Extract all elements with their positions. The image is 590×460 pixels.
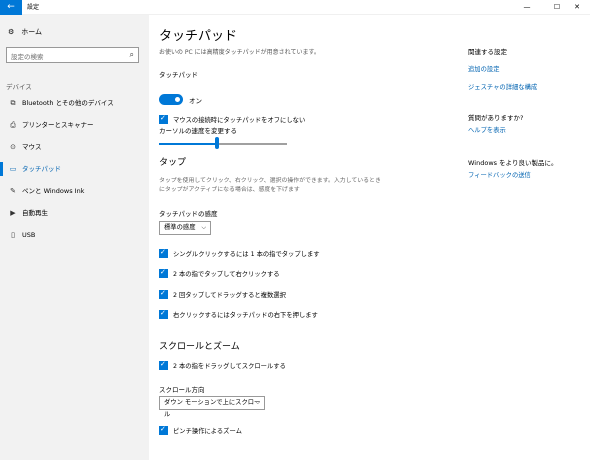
search-icon: ⌕ xyxy=(129,50,134,59)
sidebar-item-label: USB xyxy=(22,231,36,239)
minimize-icon: — xyxy=(523,3,531,11)
usb-icon: ▯ xyxy=(11,231,15,239)
section-label: デバイス xyxy=(6,83,32,91)
touchpad-icon: ▭ xyxy=(9,165,17,173)
scroll-heading: スクロールとズーム xyxy=(159,342,240,352)
back-button[interactable]: ← xyxy=(0,0,22,15)
maximize-icon: ☐ xyxy=(553,3,561,11)
cursor-speed-thumb[interactable] xyxy=(215,137,219,149)
close-icon: ✕ xyxy=(574,3,580,11)
sidebar-item-mouse[interactable]: ⊙ マウス xyxy=(0,136,149,158)
pinch-zoom-label: ピンチ操作によるズーム xyxy=(173,428,242,435)
sidebar-item-label: 自動再生 xyxy=(22,209,48,217)
sensitivity-value: 標準の感度 xyxy=(164,224,196,231)
chevron-down-icon: ⌵ xyxy=(201,224,206,231)
toggle-state: オン xyxy=(189,97,202,105)
question-heading: 質問がありますか? xyxy=(468,114,524,122)
feedback-link[interactable]: フィードバックの送信 xyxy=(468,170,531,179)
mouse-icon: ⊙ xyxy=(10,143,16,151)
tap-heading: タップ xyxy=(159,158,187,168)
gear-icon: ⚙ xyxy=(8,28,15,36)
scroll-direction-select[interactable]: ダウン モーションで上にスクロール ⌵ xyxy=(159,396,265,418)
sensitivity-label: タッチパッドの感度 xyxy=(159,210,218,218)
help-link[interactable]: ヘルプを表示 xyxy=(468,125,506,134)
mouse-disable-checkbox[interactable] xyxy=(159,114,168,124)
close-button[interactable]: ✕ xyxy=(562,0,590,15)
sidebar-item-usb[interactable]: ▯ USB xyxy=(0,224,149,246)
sidebar-item-touchpad[interactable]: ▭ タッチパッド xyxy=(0,158,149,180)
sidebar-item-printers[interactable]: ⎙ プリンターとスキャナー xyxy=(0,114,149,136)
tap-option-label-1: シングルクリックするには 1 本の指でタップします xyxy=(173,251,320,258)
tap-description-line2: にタップがアクティブになる場合は、感度を下げます xyxy=(159,187,300,193)
sidebar-item-pen[interactable]: ✎ ペンと Windows Ink xyxy=(0,180,149,202)
gesture-config-link[interactable]: ジェスチャの詳細な構成 xyxy=(468,82,537,91)
related-settings-heading: 関連する設定 xyxy=(468,48,507,56)
home-label: ホーム xyxy=(21,28,43,36)
pen-icon: ✎ xyxy=(10,187,16,195)
sidebar-item-label: プリンターとスキャナー xyxy=(22,121,94,129)
scroll-direction-label: スクロール方向 xyxy=(159,386,205,394)
touchpad-label: タッチパッド xyxy=(159,71,198,79)
title-bar: ← 設定 — ☐ ✕ xyxy=(0,0,590,15)
additional-settings-link[interactable]: 追加の設定 xyxy=(468,64,499,73)
page-description: お使いの PC には高精度タッチパッドが用意されています。 xyxy=(159,49,320,56)
touchpad-toggle[interactable] xyxy=(159,94,183,105)
cursor-speed-label: カーソルの速度を変更する xyxy=(159,127,237,135)
tap-option-label-4: 右クリックするにはタッチパッドの右下を押します xyxy=(173,312,318,319)
tap-option-label-3: 2 回タップしてドラッグすると複数選択 xyxy=(173,292,286,299)
page-title: タッチパッド xyxy=(159,29,238,44)
back-arrow-icon: ← xyxy=(7,2,15,12)
tap-option-checkbox-1[interactable] xyxy=(159,248,168,258)
chevron-down-icon: ⌵ xyxy=(255,399,260,406)
search-input[interactable]: 設定の検索 ⌕ xyxy=(6,47,139,63)
tap-option-checkbox-3[interactable] xyxy=(159,289,168,299)
tap-description-line1: タップを使用してクリック、右クリック、選択の操作ができます。入力しているとき xyxy=(159,178,381,184)
minimize-button[interactable]: — xyxy=(512,0,542,15)
sidebar-item-autoplay[interactable]: ▶ 自動再生 xyxy=(0,202,149,224)
search-placeholder: 設定の検索 xyxy=(11,53,44,61)
tap-option-label-2: 2 本の指でタップして右クリックする xyxy=(173,271,280,278)
sidebar-item-label: Bluetooth とその他のデバイス xyxy=(22,99,114,107)
sidebar-item-label: マウス xyxy=(22,143,42,151)
mouse-disable-label: マウスの接続時にタッチパッドをオフにしない xyxy=(173,117,306,124)
improve-heading: Windows をより良い製品に。 xyxy=(468,159,558,167)
window-title: 設定 xyxy=(27,4,40,11)
related-settings-panel: 関連する設定 追加の設定 ジェスチャの詳細な構成 質問がありますか? ヘルプを表… xyxy=(449,15,590,460)
home-nav[interactable]: ⚙ ホーム xyxy=(8,27,42,37)
tap-option-checkbox-2[interactable] xyxy=(159,268,168,278)
printer-icon: ⎙ xyxy=(10,121,16,129)
pinch-zoom-checkbox[interactable] xyxy=(159,425,168,435)
bluetooth-icon: ⧉ xyxy=(10,99,16,107)
cursor-speed-fill xyxy=(159,143,217,145)
sidebar-item-bluetooth[interactable]: ⧉ Bluetooth とその他のデバイス xyxy=(0,92,149,114)
sidebar-item-label: タッチパッド xyxy=(22,165,61,173)
scroll-direction-value: ダウン モーションで上にスクロール xyxy=(164,399,261,418)
sidebar-item-label: ペンと Windows Ink xyxy=(22,187,85,195)
sensitivity-select[interactable]: 標準の感度 ⌵ xyxy=(159,221,211,235)
autoplay-icon: ▶ xyxy=(10,209,16,217)
main-content: タッチパッド お使いの PC には高精度タッチパッドが用意されています。 タッチ… xyxy=(149,15,449,460)
scroll-option-checkbox[interactable] xyxy=(159,360,168,370)
tap-option-checkbox-4[interactable] xyxy=(159,309,168,319)
sidebar: ⚙ ホーム 設定の検索 ⌕ デバイス ⧉ Bluetooth とその他のデバイス… xyxy=(0,15,149,460)
scroll-option-label: 2 本の指をドラッグしてスクロールする xyxy=(173,363,286,370)
